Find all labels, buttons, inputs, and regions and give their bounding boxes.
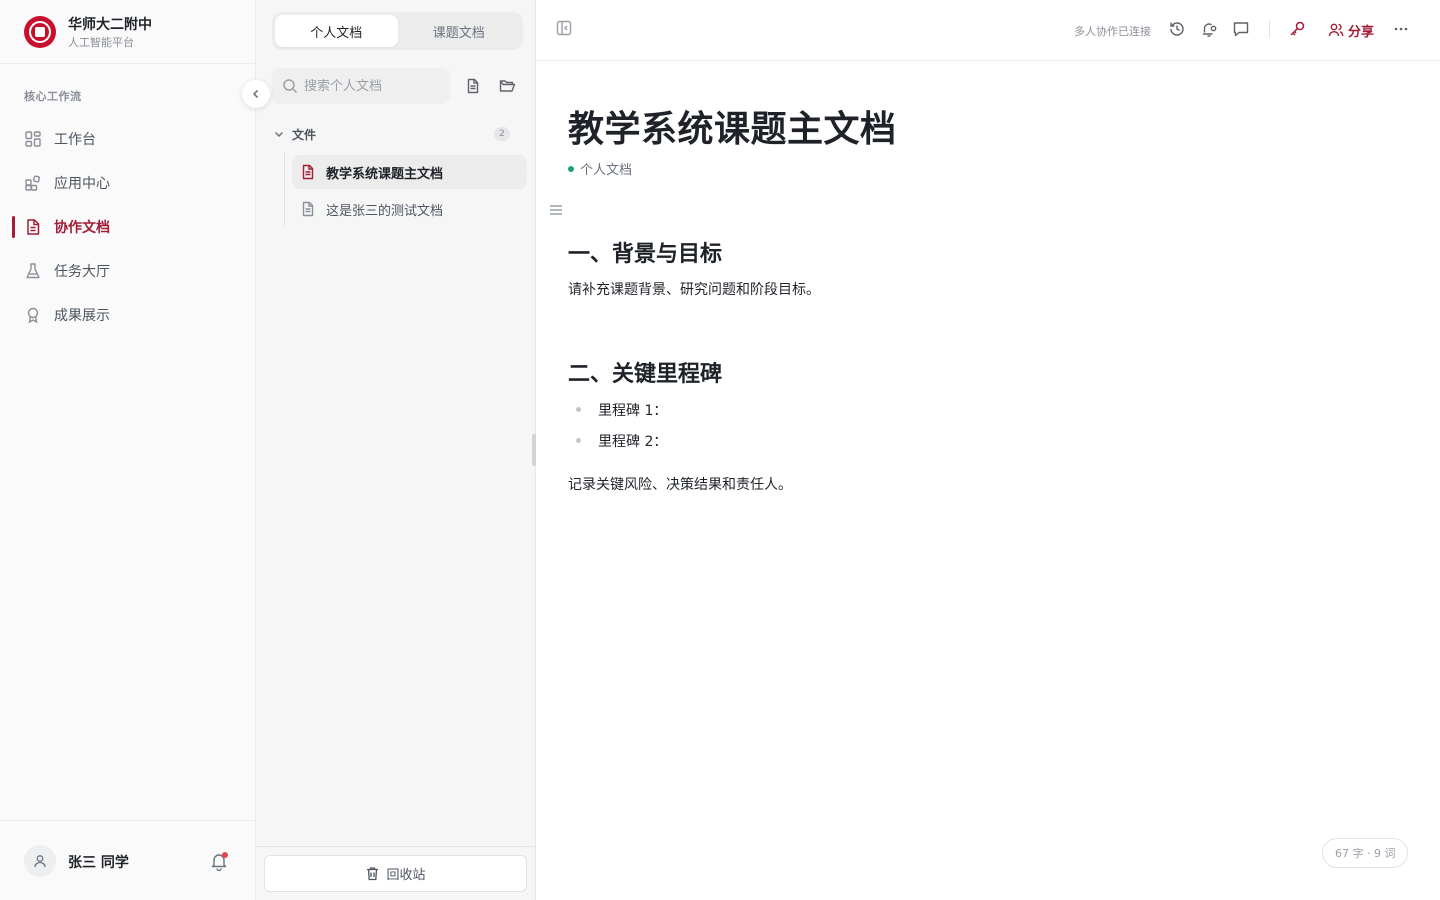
recycle-bin-label: 回收站 xyxy=(386,868,426,883)
doc-type-tabs: 个人文档 课题文档 xyxy=(272,12,523,50)
sidebar-nav: 工作台 应用中心 协作文档 任务大厅 成果展示 xyxy=(0,117,255,337)
school-logo xyxy=(24,16,56,48)
collapse-sidebar-button[interactable] xyxy=(242,80,270,108)
file-item[interactable]: 教学系统课题主文档 xyxy=(292,155,527,189)
document-category: 个人文档 xyxy=(580,163,633,178)
document-meta: 个人文档 xyxy=(568,159,632,178)
section-heading[interactable]: 一、背景与目标 xyxy=(568,236,722,268)
award-icon xyxy=(24,306,42,324)
main-sidebar: 华师大二附中 人工智能平台 核心工作流 工作台 应用中心 协作文档 任务大厅 成… xyxy=(0,0,256,900)
notification-bell-icon[interactable] xyxy=(209,851,229,871)
panel-toggle-icon[interactable] xyxy=(556,20,572,36)
paragraph[interactable]: 记录关键风险、决策结果和责任人。 xyxy=(568,474,792,494)
doc-search xyxy=(272,68,450,104)
bell-settings-icon[interactable] xyxy=(1200,20,1218,38)
new-folder-button[interactable] xyxy=(493,72,521,100)
trash-footer: 回收站 xyxy=(256,846,535,900)
file-item-label: 教学系统课题主文档 xyxy=(326,166,444,182)
notification-dot xyxy=(222,852,228,858)
folder-name: 文件 xyxy=(292,127,317,142)
tab-project-docs[interactable]: 课题文档 xyxy=(398,15,521,47)
brand-subtitle: 人工智能平台 xyxy=(68,36,134,49)
sidebar-item-app-center[interactable]: 应用中心 xyxy=(0,161,255,205)
folder-files[interactable]: 文件 2 xyxy=(272,122,523,146)
tree-guide-line xyxy=(284,152,285,226)
user-name: 张三 同学 xyxy=(68,855,129,871)
brand-header: 华师大二附中 人工智能平台 xyxy=(0,0,255,64)
sidebar-item-collab-docs[interactable]: 协作文档 xyxy=(0,205,255,249)
file-count-badge: 2 xyxy=(494,127,510,141)
key-icon[interactable] xyxy=(1288,20,1306,38)
docs-panel: 个人文档 课题文档 文件 2 xyxy=(256,0,536,900)
panel-resize-handle[interactable] xyxy=(532,434,536,466)
sidebar-item-label: 任务大厅 xyxy=(54,264,110,280)
share-button[interactable]: 分享 xyxy=(1328,18,1374,42)
list-item[interactable]: 里程碑 2： xyxy=(598,431,667,451)
editor-toolbar: 多人协作已连接 分享 xyxy=(536,0,1440,61)
status-dot xyxy=(568,165,574,172)
sidebar-item-label: 协作文档 xyxy=(54,220,110,236)
new-document-icon xyxy=(465,78,481,94)
sidebar-item-achievements[interactable]: 成果展示 xyxy=(0,293,255,337)
bullet-marker xyxy=(576,407,581,412)
document-icon xyxy=(300,164,316,180)
user-profile-bar: 张三 同学 xyxy=(0,820,255,900)
sidebar-item-task-hall[interactable]: 任务大厅 xyxy=(0,249,255,293)
file-item[interactable]: 这是张三的测试文档 xyxy=(292,192,527,226)
share-label: 分享 xyxy=(1348,24,1375,40)
tab-personal-docs[interactable]: 个人文档 xyxy=(275,15,398,47)
recycle-bin-button[interactable]: 回收站 xyxy=(264,855,527,892)
history-icon[interactable] xyxy=(1168,20,1186,38)
trash-icon xyxy=(365,866,380,881)
list-item[interactable]: 里程碑 1： xyxy=(598,400,667,420)
file-item-label: 这是张三的测试文档 xyxy=(326,203,444,219)
folder-open-icon xyxy=(499,78,516,94)
sidebar-item-label: 工作台 xyxy=(54,132,96,148)
user-icon xyxy=(33,854,47,868)
chevron-left-icon xyxy=(250,88,262,100)
search-icon xyxy=(282,78,298,94)
users-icon xyxy=(1328,22,1344,38)
paragraph[interactable]: 请补充课题背景、研究问题和阶段目标。 xyxy=(568,279,820,299)
search-input[interactable] xyxy=(304,78,434,94)
sidebar-item-workbench[interactable]: 工作台 xyxy=(0,117,255,161)
sidebar-item-label: 成果展示 xyxy=(54,308,110,324)
document-title[interactable]: 教学系统课题主文档 xyxy=(568,100,897,152)
more-options-icon[interactable] xyxy=(1392,20,1410,38)
comment-icon[interactable] xyxy=(1232,20,1250,38)
document-editor: 多人协作已连接 分享 教学系统课题主文档 个人文档 一、背景与目标 请补充课题背… xyxy=(536,0,1440,900)
sidebar-item-label: 应用中心 xyxy=(54,176,110,192)
flask-icon xyxy=(24,262,42,280)
nav-section-label: 核心工作流 xyxy=(24,90,82,103)
new-document-button[interactable] xyxy=(459,72,487,100)
chevron-down-icon xyxy=(272,127,286,141)
section-heading[interactable]: 二、关键里程碑 xyxy=(568,356,722,388)
collab-status: 多人协作已连接 xyxy=(1074,25,1151,38)
avatar[interactable] xyxy=(24,845,56,877)
block-drag-handle-icon[interactable] xyxy=(548,202,564,218)
bullet-marker xyxy=(576,438,581,443)
brand-name: 华师大二附中 xyxy=(68,17,152,33)
document-icon xyxy=(24,218,42,236)
word-count-badge: 67 字 · 9 词 xyxy=(1322,838,1409,868)
toolbar-divider xyxy=(1269,20,1270,38)
document-icon xyxy=(300,201,316,217)
dashboard-icon xyxy=(24,130,42,148)
apps-icon xyxy=(24,174,42,192)
